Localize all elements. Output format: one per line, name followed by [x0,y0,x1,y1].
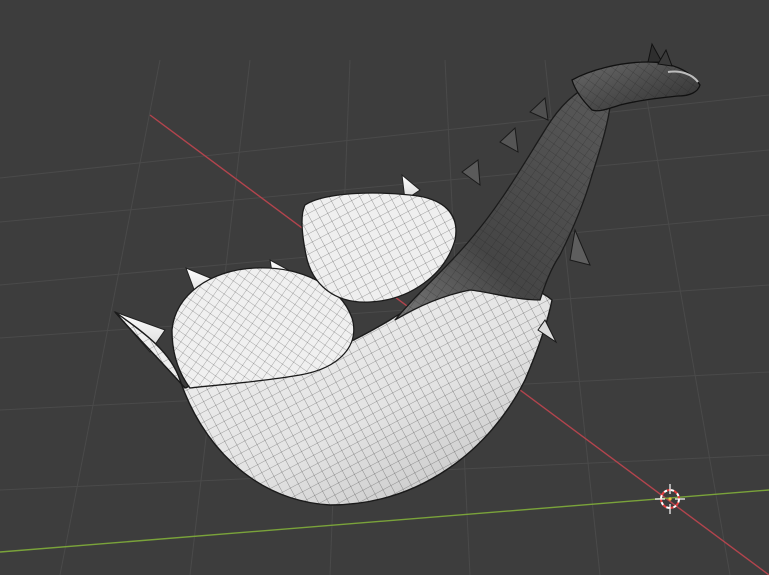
y-axis-line [0,489,769,553]
mesh-model[interactable] [113,42,701,506]
3d-viewport[interactable] [0,0,769,575]
viewport-canvas[interactable] [0,0,769,575]
